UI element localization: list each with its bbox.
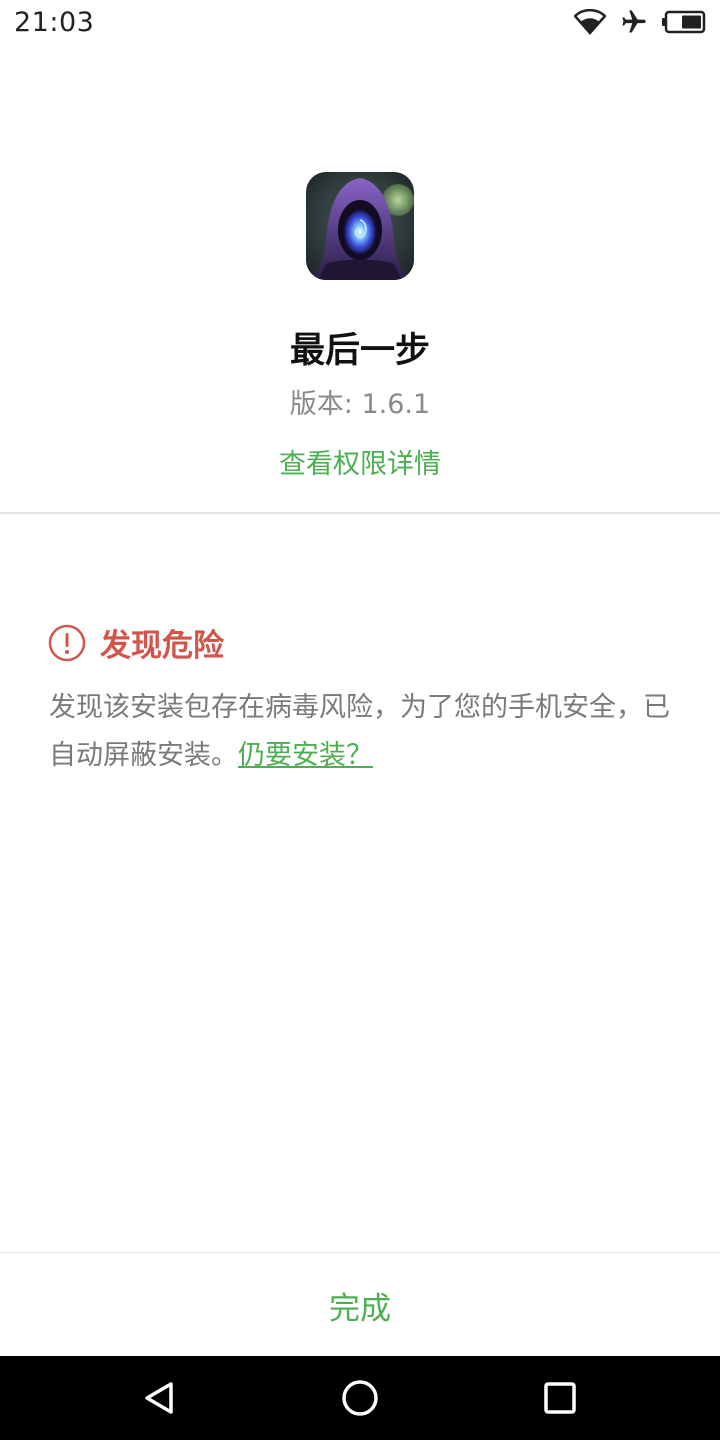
status-time: 21:03 bbox=[14, 6, 95, 38]
app-name: 最后一步 bbox=[289, 331, 430, 371]
footer-divider bbox=[0, 1252, 720, 1253]
view-permissions-link[interactable]: 查看权限详情 bbox=[0, 442, 720, 481]
home-icon[interactable] bbox=[338, 1376, 382, 1420]
recents-icon[interactable] bbox=[538, 1376, 582, 1420]
back-icon[interactable] bbox=[138, 1376, 182, 1420]
install-screen: 21:03 最后一步 版本: 1.6.1 查看权限详情 发现危险 发现该安装包存… bbox=[0, 0, 720, 1440]
airplane-mode-icon bbox=[620, 8, 648, 36]
battery-icon bbox=[662, 10, 706, 34]
app-icon bbox=[306, 172, 414, 280]
wifi-icon bbox=[574, 9, 606, 35]
install-anyway-link[interactable]: 仍要安装？ bbox=[238, 740, 373, 771]
navigation-bar bbox=[0, 1356, 720, 1440]
alert-circle-icon bbox=[48, 624, 86, 662]
status-bar: 21:03 bbox=[0, 0, 720, 44]
divider bbox=[0, 512, 720, 514]
done-button[interactable]: 完成 bbox=[0, 1254, 720, 1356]
danger-header: 发现危险 bbox=[48, 620, 224, 665]
danger-message: 发现该安装包存在病毒风险，为了您的手机安全，已自动屏蔽安装。仍要安装？ bbox=[49, 684, 679, 780]
status-icons bbox=[574, 8, 706, 36]
danger-title: 发现危险 bbox=[100, 628, 224, 664]
app-version: 版本: 1.6.1 bbox=[289, 389, 431, 420]
